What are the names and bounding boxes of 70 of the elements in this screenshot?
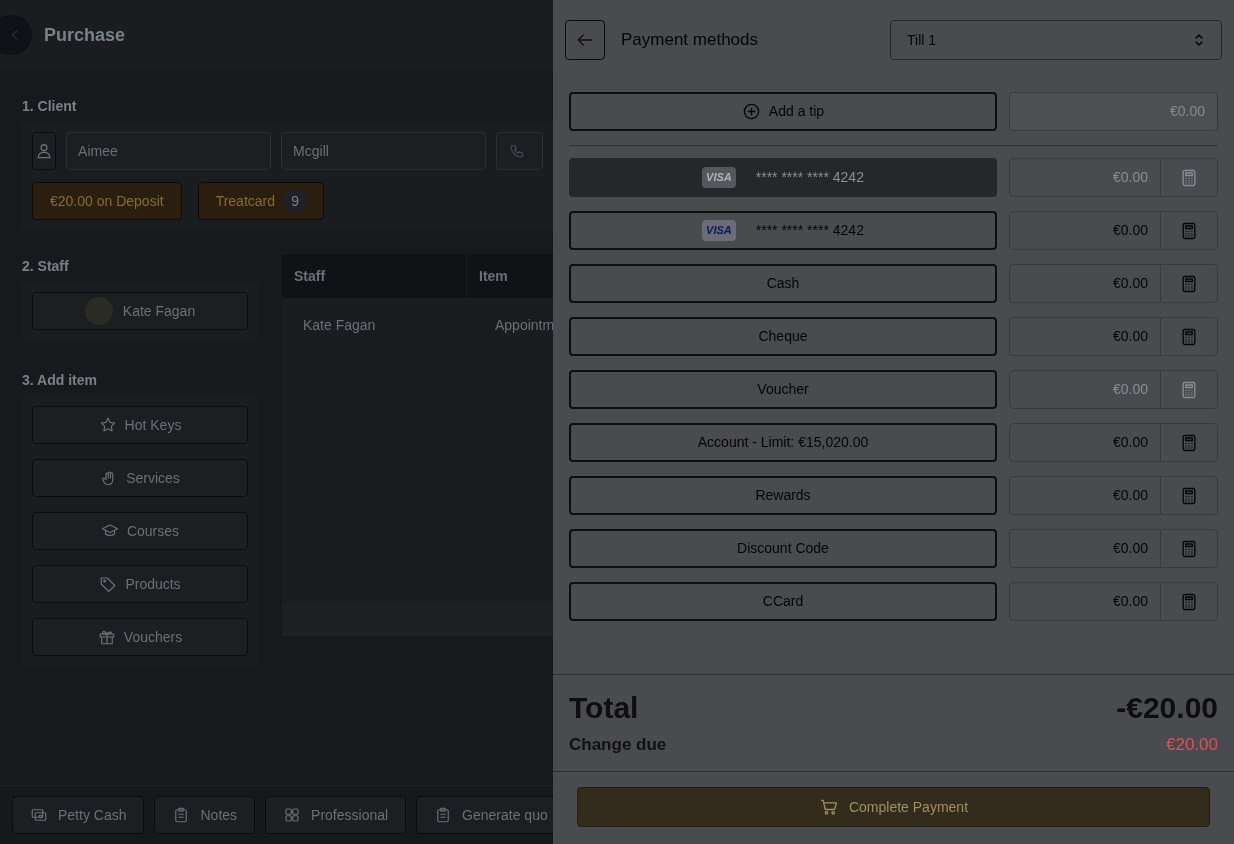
amount-value: €0.00 [1111,380,1149,399]
back-button[interactable] [565,20,605,60]
amount-field[interactable]: €0.00 [1009,423,1218,462]
cart-icon [818,797,839,817]
amount-value: €0.00 [1111,327,1149,346]
amount-field[interactable]: €0.00 [1009,582,1218,621]
payment-method-button[interactable]: Rewards [569,476,997,515]
change-due-label: Change due [569,733,667,756]
till-select[interactable]: Till 1 [890,20,1222,60]
add-item-button[interactable]: Products [32,565,248,603]
payment-method-button[interactable]: Discount Code [569,529,997,568]
amount-value: €0.00 [1111,539,1149,558]
card-brand-logo: VISA [702,167,736,188]
section-label: 3. Add item [22,371,98,390]
amount-value: €0.00 [1111,274,1149,293]
section-label: 2. Staff [22,257,70,276]
plus-circle-icon [741,102,761,121]
tag-icon [99,575,118,593]
phone-icon [509,143,526,159]
payment-method-button[interactable]: Cash [569,264,997,303]
page-title: Purchase [44,23,126,47]
panel-title: Payment methods [621,29,758,52]
payment-method-button[interactable]: Account - Limit: €15,020.00 [569,423,997,462]
banknotes-icon [30,806,48,824]
grid-icon [283,806,302,824]
card-brand-logo: VISA [702,220,736,241]
table-cell-text: Appointm [494,315,553,335]
up-down-chevron-icon [1193,32,1205,48]
amount-field[interactable]: €0.00 [1009,529,1218,568]
amount-field[interactable]: €0.00 [1009,317,1218,356]
deposit-badge[interactable]: €20.00 on Deposit [32,182,182,220]
treatcard-badge[interactable]: Treatcard 9 [197,182,325,220]
add-item-button[interactable]: Services [32,459,248,497]
payment-method-button[interactable]: Cheque [569,317,997,356]
last-name-field[interactable]: Mcgill [281,132,487,170]
amount-value: €0.00 [1111,433,1149,452]
amount-field[interactable]: €0.00 [1009,211,1218,250]
phone-field[interactable] [496,132,543,170]
client-profile-button[interactable] [32,132,57,170]
count-badge: 9 [283,189,308,213]
toolbar-button[interactable]: Petty Cash [12,796,145,834]
payment-method-button[interactable]: CCard [569,582,997,621]
column-header: Item [478,266,509,286]
payment-method-button[interactable]: VISA **** **** **** 4242 [569,211,997,250]
staff-button[interactable]: Kate Fagan [32,292,248,330]
star-icon [98,416,117,434]
amount-value: €0.00 [1111,486,1149,505]
card-number: **** **** **** 4242 [755,221,864,240]
toolbar-button[interactable]: Generate quo [416,796,553,834]
change-due-value: €20.00 [1166,733,1218,756]
column-header: Staff [282,254,467,298]
add-item-button[interactable]: Hot Keys [32,406,248,444]
amount-field[interactable]: €0.00 [1009,476,1218,515]
complete-payment-button[interactable]: Complete Payment [577,787,1210,827]
card-number: **** **** **** 4242 [755,168,864,187]
add-item-button[interactable]: Vouchers [32,618,248,656]
section-label: 1. Client [22,97,78,116]
toolbar-button[interactable]: Notes [154,796,256,834]
gift-icon [97,628,116,646]
amount-value: €0.00 [1111,168,1149,187]
table-cell-text: Kate Fagan [302,315,377,335]
total-value: -€20.00 [1116,689,1218,726]
total-label: Total [569,689,639,726]
add-item-button[interactable]: Courses [32,512,248,550]
amount-field[interactable]: €0.00 [1009,264,1218,303]
payment-method-button[interactable]: Voucher [569,370,997,409]
toolbar-button[interactable]: Professional [265,796,407,834]
amount-value: €0.00 [1111,592,1149,611]
amount-value: €0.00 [1111,221,1149,240]
first-name-field[interactable]: Aimee [66,132,272,170]
